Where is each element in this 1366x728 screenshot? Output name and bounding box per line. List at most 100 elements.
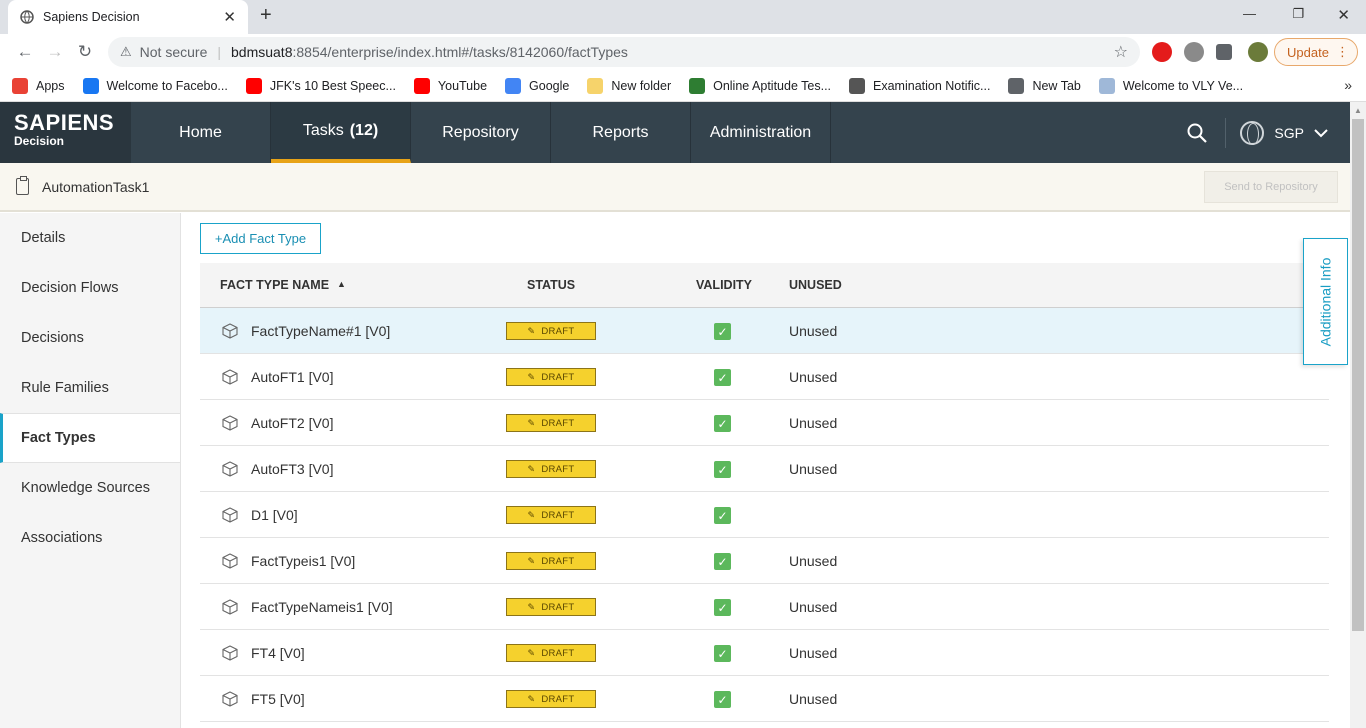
nav-repository[interactable]: Repository: [411, 102, 551, 163]
globe-icon[interactable]: [1240, 120, 1265, 145]
url-field[interactable]: ⚠ Not secure | bdmsuat8 :8854/enterprise…: [108, 37, 1140, 67]
extension-icon[interactable]: [1184, 42, 1204, 62]
fact-type-name[interactable]: FT4 [V0]: [251, 645, 305, 661]
table-row[interactable]: AutoFT2 [V0] ✎ DRAFT ✓ Unused: [200, 400, 1329, 446]
column-header-validity[interactable]: VALIDITY: [696, 278, 752, 292]
bookmark-label: Welcome to VLY Ve...: [1122, 78, 1244, 93]
send-to-repository-button[interactable]: Send to Repository: [1204, 171, 1338, 203]
google-icon: [505, 77, 522, 94]
fact-types-table: FACT TYPE NAME ▲ STATUS VALIDITY UNUSED F…: [200, 263, 1329, 722]
forward-icon[interactable]: →: [40, 42, 70, 62]
fact-type-name[interactable]: FactTypeNameis1 [V0]: [251, 599, 393, 615]
close-window-icon[interactable]: ✕: [1337, 6, 1350, 24]
status-label: DRAFT: [541, 555, 575, 567]
column-header-name[interactable]: FACT TYPE NAME ▲: [220, 278, 346, 292]
browser-tab[interactable]: Sapiens Decision ✕: [8, 0, 248, 34]
table-row[interactable]: FactTypeNameis1 [V0] ✎ DRAFT ✓ Unused: [200, 584, 1329, 630]
column-header-status[interactable]: STATUS: [527, 278, 575, 292]
bookmark-item[interactable]: Online Aptitude Tes...: [689, 77, 831, 94]
sidebar-item-decision-flows[interactable]: Decision Flows: [0, 263, 180, 313]
bookmark-item[interactable]: New folder: [587, 77, 672, 94]
table-row[interactable]: FT4 [V0] ✎ DRAFT ✓ Unused: [200, 630, 1329, 676]
sidebar-item-details[interactable]: Details: [0, 213, 180, 263]
status-label: DRAFT: [541, 601, 575, 613]
sidebar-item-rule-families[interactable]: Rule Families: [0, 363, 180, 413]
bookmark-item[interactable]: Examination Notific...: [849, 77, 990, 94]
palm-tree-icon: [689, 77, 706, 94]
edit-icon: ✎: [527, 647, 536, 658]
table-row[interactable]: D1 [V0] ✎ DRAFT ✓: [200, 492, 1329, 538]
more-bookmarks-icon[interactable]: »: [1344, 77, 1352, 93]
url-divider: |: [217, 44, 221, 60]
bookmark-star-icon[interactable]: ☆: [1114, 42, 1128, 62]
bookmark-item[interactable]: Welcome to Facebo...: [82, 77, 228, 94]
sidebar-item-decisions[interactable]: Decisions: [0, 313, 180, 363]
bookmark-label: New folder: [611, 78, 672, 93]
back-icon[interactable]: ←: [10, 42, 40, 62]
chevron-down-icon[interactable]: [1314, 128, 1328, 138]
table-row[interactable]: AutoFT1 [V0] ✎ DRAFT ✓ Unused: [200, 354, 1329, 400]
update-button[interactable]: Update ⋮: [1274, 38, 1358, 66]
fact-type-name[interactable]: D1 [V0]: [251, 507, 298, 523]
sidebar-item-knowledge-sources[interactable]: Knowledge Sources: [0, 463, 180, 513]
reload-icon[interactable]: ↻: [70, 42, 100, 62]
status-badge: ✎ DRAFT: [506, 368, 596, 386]
bookmark-item[interactable]: YouTube: [413, 77, 487, 94]
warning-icon[interactable]: ⚠: [120, 44, 132, 60]
restore-icon[interactable]: ❐: [1292, 6, 1304, 22]
scrollbar-thumb[interactable]: [1352, 119, 1364, 631]
table-row[interactable]: FT5 [V0] ✎ DRAFT ✓ Unused: [200, 676, 1329, 722]
status-label: DRAFT: [541, 417, 575, 429]
valid-check-icon: ✓: [714, 461, 731, 478]
puzzle-icon[interactable]: [1216, 44, 1232, 60]
table-row[interactable]: AutoFT3 [V0] ✎ DRAFT ✓ Unused: [200, 446, 1329, 492]
fact-type-name[interactable]: AutoFT2 [V0]: [251, 415, 333, 431]
region-label[interactable]: SGP: [1274, 125, 1304, 141]
facebook-icon: [82, 77, 99, 94]
unused-value: Unused: [789, 461, 838, 477]
sort-asc-icon[interactable]: ▲: [337, 279, 346, 289]
cube-icon: [222, 507, 238, 523]
nav-administration[interactable]: Administration: [691, 102, 831, 163]
valid-check-icon: ✓: [714, 323, 731, 340]
additional-info-tab[interactable]: Additional Info: [1303, 238, 1348, 365]
nav-reports[interactable]: Reports: [551, 102, 691, 163]
nav-administration-label: Administration: [709, 123, 812, 141]
sidebar-item-label: Details: [21, 229, 66, 246]
bookmark-item[interactable]: New Tab: [1008, 77, 1081, 94]
sapiens-logo[interactable]: SAPIENS Decision: [0, 102, 131, 163]
status-label: DRAFT: [541, 371, 575, 383]
close-tab-icon[interactable]: ✕: [223, 8, 236, 26]
page-scrollbar[interactable]: ▲: [1350, 102, 1366, 728]
bookmark-item[interactable]: Welcome to VLY Ve...: [1098, 77, 1244, 94]
add-fact-type-button[interactable]: +Add Fact Type: [200, 223, 321, 254]
minimize-icon[interactable]: —: [1243, 6, 1256, 21]
table-row[interactable]: FactTypeis1 [V0] ✎ DRAFT ✓ Unused: [200, 538, 1329, 584]
nav-tasks[interactable]: Tasks (12): [271, 102, 411, 163]
sidebar-item-fact-types[interactable]: Fact Types: [0, 413, 180, 463]
status-badge: ✎ DRAFT: [506, 506, 596, 524]
profile-avatar[interactable]: [1248, 42, 1268, 62]
emblem-icon: [849, 77, 866, 94]
sidebar-item-associations[interactable]: Associations: [0, 513, 180, 563]
bookmark-item[interactable]: JFK's 10 Best Speec...: [245, 77, 396, 94]
edit-icon: ✎: [527, 417, 536, 428]
new-tab-icon[interactable]: +: [260, 4, 272, 27]
opera-extension-icon[interactable]: [1152, 42, 1172, 62]
search-icon[interactable]: [1187, 123, 1208, 143]
nav-home[interactable]: Home: [131, 102, 271, 163]
tasks-count: (12): [349, 121, 379, 139]
bookmark-item[interactable]: Apps: [12, 77, 65, 94]
bookmark-item[interactable]: Google: [505, 77, 569, 94]
fact-type-name[interactable]: FT5 [V0]: [251, 691, 305, 707]
url-path: :8854/enterprise/index.html#/tasks/81420…: [292, 44, 628, 60]
fact-type-name[interactable]: FactTypeName#1 [V0]: [251, 323, 390, 339]
column-header-unused[interactable]: UNUSED: [789, 278, 842, 292]
fact-type-name[interactable]: FactTypeis1 [V0]: [251, 553, 355, 569]
fact-type-name[interactable]: AutoFT3 [V0]: [251, 461, 333, 477]
sidebar-item-label: Rule Families: [21, 379, 109, 396]
table-row[interactable]: FactTypeName#1 [V0] ✎ DRAFT ✓ Unused: [200, 308, 1329, 354]
tab-title: Sapiens Decision: [43, 10, 140, 24]
scroll-up-icon[interactable]: ▲: [1354, 106, 1362, 115]
fact-type-name[interactable]: AutoFT1 [V0]: [251, 369, 333, 385]
